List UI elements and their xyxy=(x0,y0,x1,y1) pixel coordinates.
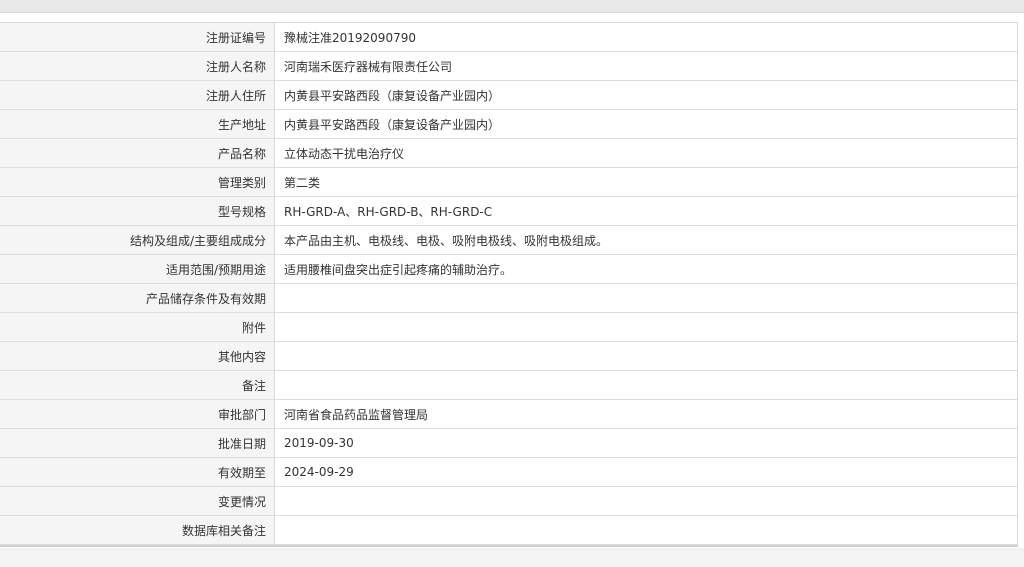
field-value-management-category: 第二类 xyxy=(274,167,1017,197)
table-row: 附件 xyxy=(0,312,1017,342)
table-row: 批准日期 2019-09-30 xyxy=(0,428,1017,458)
registration-detail-table: 注册证编号 豫械注准20192090790 注册人名称 河南瑞禾医疗器械有限责任… xyxy=(0,23,1017,545)
table-row: 管理类别 第二类 xyxy=(0,167,1017,197)
table-row: 注册人住所 内黄县平安路西段（康复设备产业园内） xyxy=(0,80,1017,110)
field-label-approval-department: 审批部门 xyxy=(0,399,275,429)
table-row: 产品名称 立体动态干扰电治疗仪 xyxy=(0,138,1017,168)
field-value-valid-until: 2024-09-29 xyxy=(274,457,1017,487)
field-label-management-category: 管理类别 xyxy=(0,167,275,197)
field-label-attachments: 附件 xyxy=(0,312,275,342)
field-value-registration-number: 豫械注准20192090790 xyxy=(274,23,1017,52)
field-value-product-name: 立体动态干扰电治疗仪 xyxy=(274,138,1017,168)
field-value-approval-department: 河南省食品药品监督管理局 xyxy=(274,399,1017,429)
field-label-storage-conditions: 产品储存条件及有效期 xyxy=(0,283,275,313)
table-row: 变更情况 xyxy=(0,486,1017,516)
field-label-change-history: 变更情况 xyxy=(0,486,275,516)
field-value-model-specification: RH-GRD-A、RH-GRD-B、RH-GRD-C xyxy=(274,196,1017,226)
top-navigation-bar xyxy=(0,0,1024,13)
field-label-product-name: 产品名称 xyxy=(0,138,275,168)
table-row: 生产地址 内黄县平安路西段（康复设备产业园内） xyxy=(0,109,1017,139)
field-value-storage-conditions xyxy=(274,283,1017,313)
field-label-intended-use: 适用范围/预期用途 xyxy=(0,254,275,284)
table-row: 注册证编号 豫械注准20192090790 xyxy=(0,23,1017,52)
field-value-change-history xyxy=(274,486,1017,516)
field-label-model-specification: 型号规格 xyxy=(0,196,275,226)
field-value-registrant-address: 内黄县平安路西段（康复设备产业园内） xyxy=(274,80,1017,110)
table-row: 产品储存条件及有效期 xyxy=(0,283,1017,313)
field-value-approval-date: 2019-09-30 xyxy=(274,428,1017,458)
field-value-production-address: 内黄县平安路西段（康复设备产业园内） xyxy=(274,109,1017,139)
table-row: 审批部门 河南省食品药品监督管理局 xyxy=(0,399,1017,429)
field-value-structure-composition: 本产品由主机、电极线、电极、吸附电极线、吸附电极组成。 xyxy=(274,225,1017,255)
field-value-registrant-name: 河南瑞禾医疗器械有限责任公司 xyxy=(274,51,1017,81)
field-label-other-content: 其他内容 xyxy=(0,341,275,371)
page-footer-gap xyxy=(0,548,1024,567)
table-row: 备注 xyxy=(0,370,1017,400)
field-value-other-content xyxy=(274,341,1017,371)
table-row: 结构及组成/主要组成成分 本产品由主机、电极线、电极、吸附电极线、吸附电极组成。 xyxy=(0,225,1017,255)
registration-detail-panel: 注册证编号 豫械注准20192090790 注册人名称 河南瑞禾医疗器械有限责任… xyxy=(0,22,1018,547)
field-label-structure-composition: 结构及组成/主要组成成分 xyxy=(0,225,275,255)
table-row: 数据库相关备注 xyxy=(0,515,1017,545)
table-row: 注册人名称 河南瑞禾医疗器械有限责任公司 xyxy=(0,51,1017,81)
field-label-database-remarks: 数据库相关备注 xyxy=(0,515,275,545)
field-label-production-address: 生产地址 xyxy=(0,109,275,139)
field-label-remarks: 备注 xyxy=(0,370,275,400)
table-row: 其他内容 xyxy=(0,341,1017,371)
field-label-registrant-address: 注册人住所 xyxy=(0,80,275,110)
field-label-valid-until: 有效期至 xyxy=(0,457,275,487)
table-row: 适用范围/预期用途 适用腰椎间盘突出症引起疼痛的辅助治疗。 xyxy=(0,254,1017,284)
field-label-registration-number: 注册证编号 xyxy=(0,23,275,52)
field-label-registrant-name: 注册人名称 xyxy=(0,51,275,81)
field-value-intended-use: 适用腰椎间盘突出症引起疼痛的辅助治疗。 xyxy=(274,254,1017,284)
field-value-attachments xyxy=(274,312,1017,342)
field-value-remarks xyxy=(274,370,1017,400)
table-row: 有效期至 2024-09-29 xyxy=(0,457,1017,487)
table-row: 型号规格 RH-GRD-A、RH-GRD-B、RH-GRD-C xyxy=(0,196,1017,226)
field-label-approval-date: 批准日期 xyxy=(0,428,275,458)
field-value-database-remarks xyxy=(274,515,1017,545)
